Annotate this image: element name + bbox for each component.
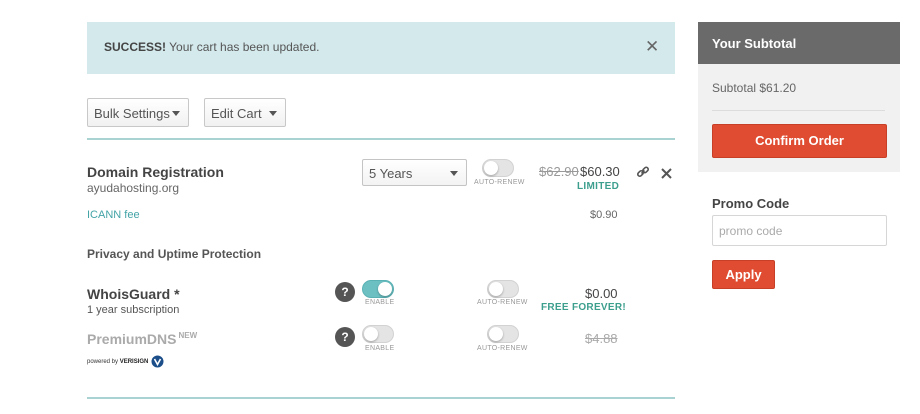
limited-badge: LIMITED (577, 181, 620, 192)
alert-message: SUCCESS! Your cart has been updated. (104, 40, 319, 54)
privacy-section-title: Privacy and Uptime Protection (87, 247, 262, 261)
subtotal-amount: Subtotal $61.20 (712, 81, 797, 95)
subtotal-title: Your Subtotal (712, 36, 797, 51)
edit-cart-dropdown[interactable]: Edit Cart (204, 98, 286, 127)
chevron-down-icon (269, 111, 277, 116)
subtotal-panel: Your Subtotal Subtotal $61.20 Confirm Or… (698, 22, 900, 172)
premiumdns-title-wrap: PremiumDNS NEW (87, 331, 197, 347)
alert-strong: SUCCESS! (104, 40, 167, 54)
success-alert: SUCCESS! Your cart has been updated. ✕ (87, 22, 675, 74)
help-icon[interactable]: ? (335, 327, 355, 347)
confirm-order-button[interactable]: Confirm Order (712, 124, 887, 158)
bulk-settings-dropdown[interactable]: Bulk Settings (87, 98, 189, 127)
domain-name: ayudahosting.org (87, 181, 180, 195)
premiumdns-price: $4.88 (585, 331, 618, 346)
toggle-knob (378, 282, 392, 296)
edit-cart-label: Edit Cart (211, 106, 262, 121)
toggle-knob (489, 282, 503, 296)
subtotal-header: Your Subtotal (698, 22, 900, 64)
icann-fee-price: $0.90 (590, 209, 618, 221)
chevron-down-icon (172, 111, 180, 116)
domain-old-price: $62.90 (539, 164, 579, 179)
free-forever-badge: FREE FOREVER! (541, 302, 627, 313)
alert-text: Your cart has been updated. (169, 40, 320, 54)
domain-price: $60.30 (580, 164, 620, 179)
close-icon[interactable]: ✕ (645, 37, 659, 57)
premiumdns-enable-toggle[interactable] (362, 325, 394, 343)
new-tag: NEW (178, 331, 198, 341)
premiumdns-auto-renew-toggle[interactable] (487, 325, 519, 343)
whoisguard-enable-toggle[interactable] (362, 280, 394, 298)
duration-value: 5 Years (369, 166, 413, 181)
premiumdns-enable-label: ENABLE (365, 345, 395, 352)
toggle-knob (364, 327, 378, 341)
domain-auto-renew-label: AUTO-RENEW (474, 179, 525, 186)
powered-by-label: powered by (87, 359, 119, 366)
toggle-knob (484, 161, 498, 175)
link-icon-svg (636, 166, 650, 178)
toggle-knob (489, 327, 503, 341)
apply-button[interactable]: Apply (712, 260, 775, 289)
whoisguard-price: $0.00 (585, 286, 618, 301)
premiumdns-title: PremiumDNS (87, 331, 177, 347)
domain-title: Domain Registration (87, 164, 224, 180)
domain-auto-renew-toggle[interactable] (482, 159, 514, 177)
whoisguard-title: WhoisGuard * (87, 286, 180, 302)
chevron-down-icon (450, 171, 458, 176)
divider-top (87, 138, 675, 140)
whoisguard-enable-label: ENABLE (365, 299, 395, 306)
help-icon[interactable]: ? (335, 282, 355, 302)
whoisguard-subtitle: 1 year subscription (87, 304, 180, 316)
remove-icon[interactable] (661, 166, 672, 184)
divider-bottom (87, 397, 675, 399)
subtotal-divider (712, 110, 885, 111)
remove-icon-svg (661, 168, 672, 179)
verisign-label: VERISIGN (119, 359, 149, 366)
bulk-settings-label: Bulk Settings (94, 106, 170, 121)
promo-code-label: Promo Code (712, 196, 790, 211)
verisign-logo-icon (151, 355, 164, 368)
duration-select[interactable]: 5 Years (362, 159, 467, 186)
verisign-logo: powered by VERISIGN (87, 355, 164, 368)
whoisguard-auto-renew-label: AUTO-RENEW (477, 299, 528, 306)
promo-code-input[interactable] (712, 215, 887, 246)
whoisguard-auto-renew-toggle[interactable] (487, 280, 519, 298)
premiumdns-auto-renew-label: AUTO-RENEW (477, 345, 528, 352)
link-icon[interactable] (636, 165, 650, 184)
icann-fee-label: ICANN fee (87, 209, 140, 221)
